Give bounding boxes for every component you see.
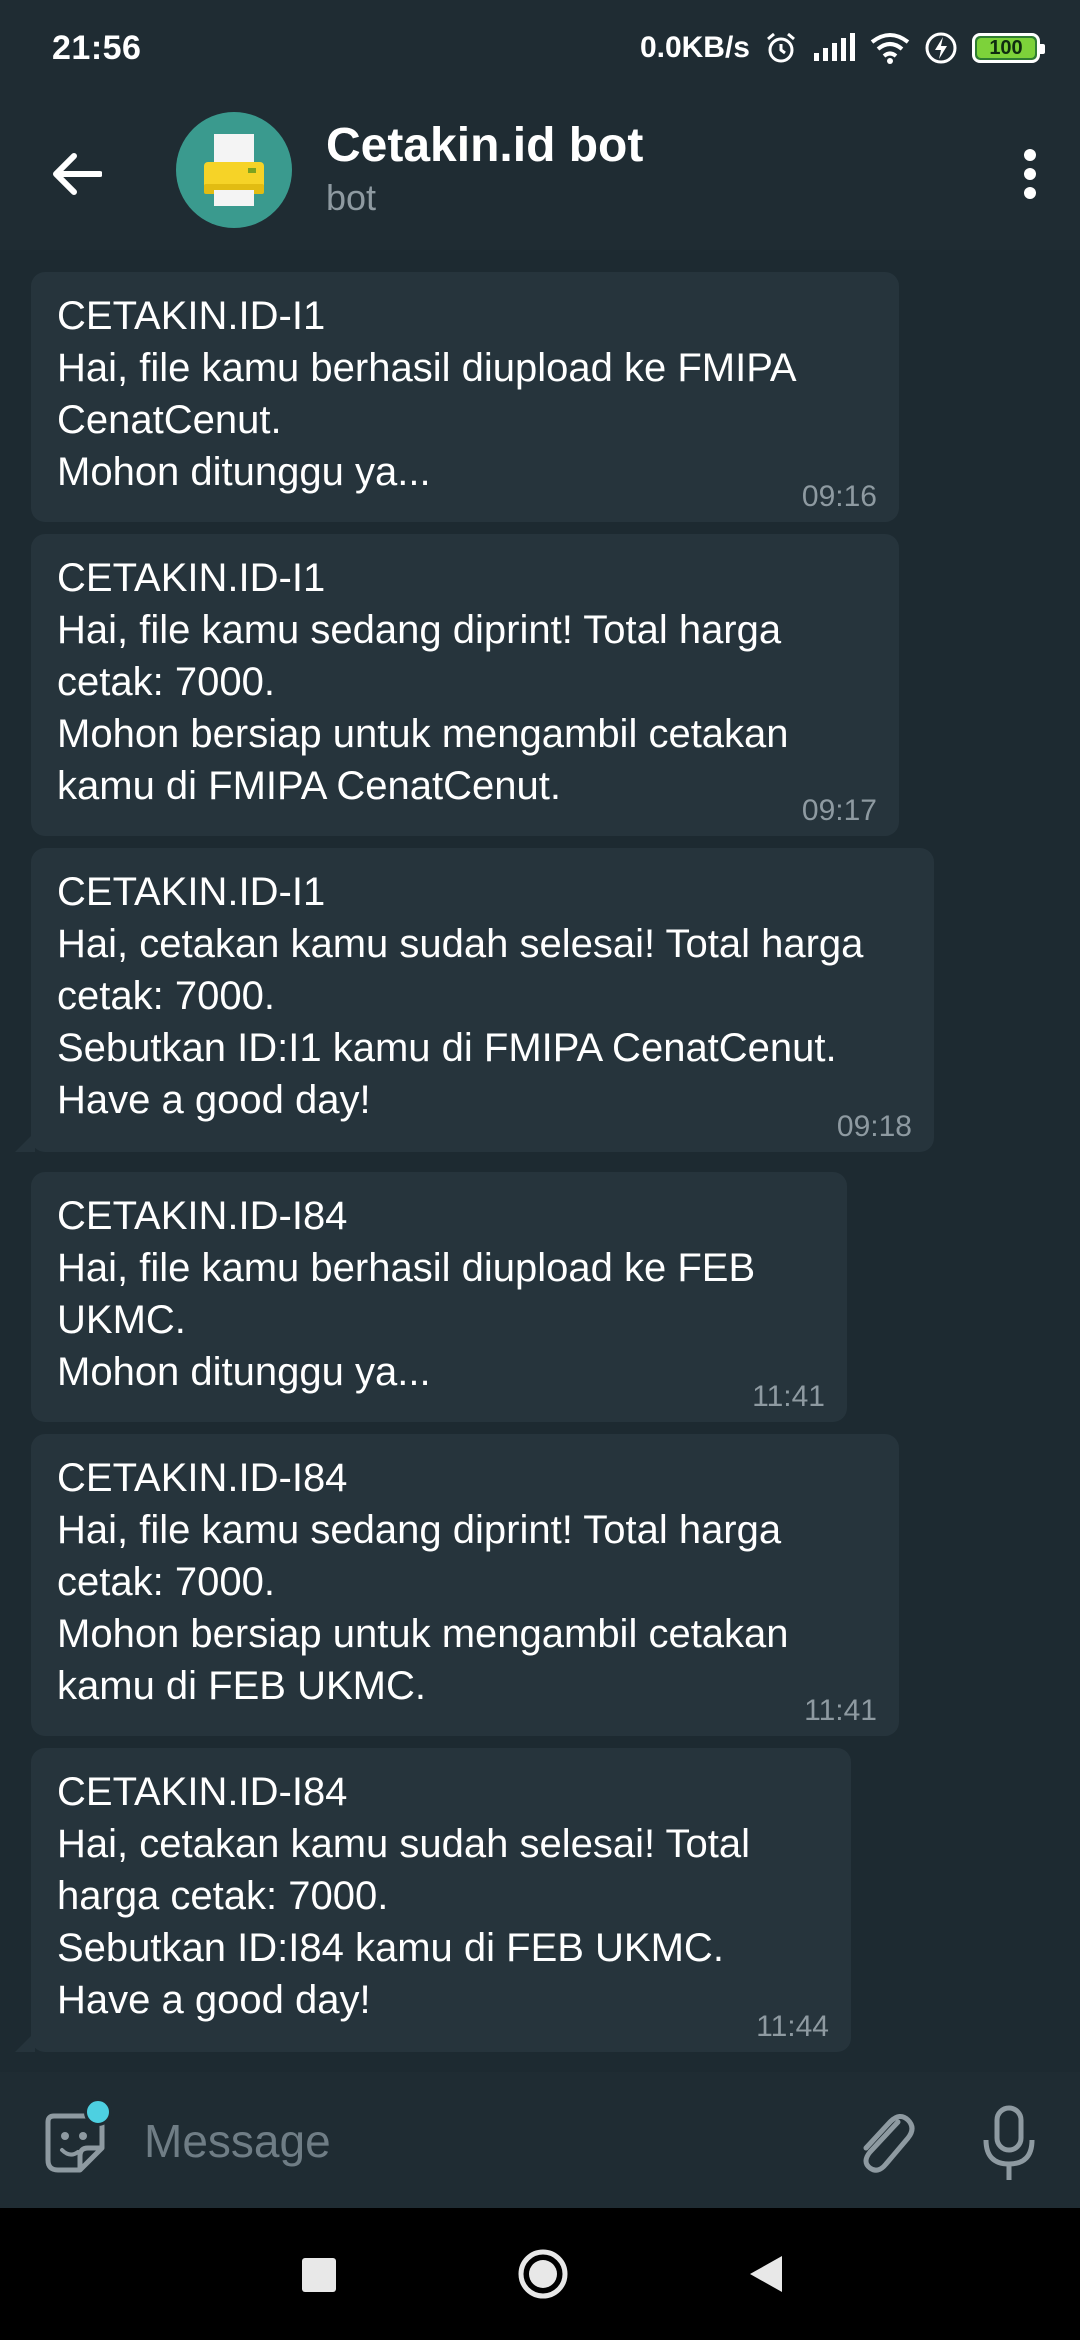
more-options-button[interactable] <box>1002 142 1058 206</box>
arrow-left-icon <box>53 153 102 195</box>
composer-bar <box>0 2072 1080 2208</box>
message-text: CETAKIN.ID-I1 Hai, file kamu sedang dipr… <box>57 556 789 808</box>
home-button[interactable] <box>517 2248 569 2300</box>
voice-record-button[interactable] <box>978 2102 1040 2184</box>
message-text: CETAKIN.ID-I84 Hai, cetakan kamu sudah s… <box>57 1770 750 2022</box>
recent-apps-button[interactable] <box>302 2258 336 2292</box>
more-vertical-icon <box>1024 149 1036 199</box>
message-text: CETAKIN.ID-I1 Hai, file kamu berhasil di… <box>57 294 795 494</box>
notification-dot <box>84 2098 112 2126</box>
home-circle-icon <box>518 2249 568 2299</box>
network-speed: 0.0KB/s <box>639 31 750 64</box>
message-time: 11:44 <box>756 2010 829 2043</box>
back-button[interactable] <box>44 142 108 206</box>
chat-title: Cetakin.id bot <box>326 119 644 172</box>
printer-icon <box>204 134 264 206</box>
status-icons: 0.0KB/s 100 <box>639 31 1045 65</box>
message-bubble[interactable]: CETAKIN.ID-I1 Hai, file kamu berhasil di… <box>31 272 899 522</box>
message-time: 09:18 <box>836 1110 912 1143</box>
battery-icon: 100 <box>972 33 1045 63</box>
message-bubble[interactable]: CETAKIN.ID-I84 Hai, file kamu berhasil d… <box>31 1172 847 1422</box>
status-bar: 21:56 0.0KB/s 100 <box>0 0 1080 96</box>
attach-button[interactable] <box>850 2102 918 2182</box>
message-text: CETAKIN.ID-I1 Hai, cetakan kamu sudah se… <box>57 870 864 1122</box>
message-bubble[interactable]: CETAKIN.ID-I1 Hai, cetakan kamu sudah se… <box>15 848 934 1152</box>
message-time: 09:17 <box>801 794 877 827</box>
alarm-icon <box>764 31 798 65</box>
message-list[interactable]: CETAKIN.ID-I1 Hai, file kamu berhasil di… <box>0 250 1080 2072</box>
message-bubble[interactable]: CETAKIN.ID-I1 Hai, file kamu sedang dipr… <box>31 534 899 836</box>
message-input[interactable] <box>142 2106 842 2176</box>
chat-subtitle: bot <box>326 177 377 218</box>
message-bubble[interactable]: CETAKIN.ID-I84 Hai, cetakan kamu sudah s… <box>15 1748 851 2052</box>
chat-title-block[interactable]: Cetakin.id bot bot <box>326 118 643 222</box>
message-time: 09:16 <box>801 480 877 513</box>
message-time: 11:41 <box>752 1380 825 1413</box>
charging-icon <box>924 31 958 65</box>
nav-back-button[interactable] <box>744 2252 788 2296</box>
message-text: CETAKIN.ID-I84 Hai, file kamu sedang dip… <box>57 1456 789 1708</box>
battery-level: 100 <box>989 36 1023 59</box>
triangle-back-icon <box>750 2256 782 2292</box>
avatar[interactable] <box>176 112 292 228</box>
message-bubble[interactable]: CETAKIN.ID-I84 Hai, file kamu sedang dip… <box>31 1434 899 1736</box>
microphone-icon <box>983 2105 1035 2180</box>
signal-icon <box>812 33 856 63</box>
paperclip-icon <box>863 2114 915 2173</box>
message-text: CETAKIN.ID-I84 Hai, file kamu berhasil d… <box>57 1194 756 1394</box>
system-nav-bar <box>0 2208 1080 2340</box>
message-time: 11:41 <box>804 1694 877 1727</box>
chat-header: Cetakin.id bot bot <box>0 96 1080 250</box>
wifi-icon <box>870 32 910 64</box>
status-time: 21:56 <box>52 28 142 67</box>
